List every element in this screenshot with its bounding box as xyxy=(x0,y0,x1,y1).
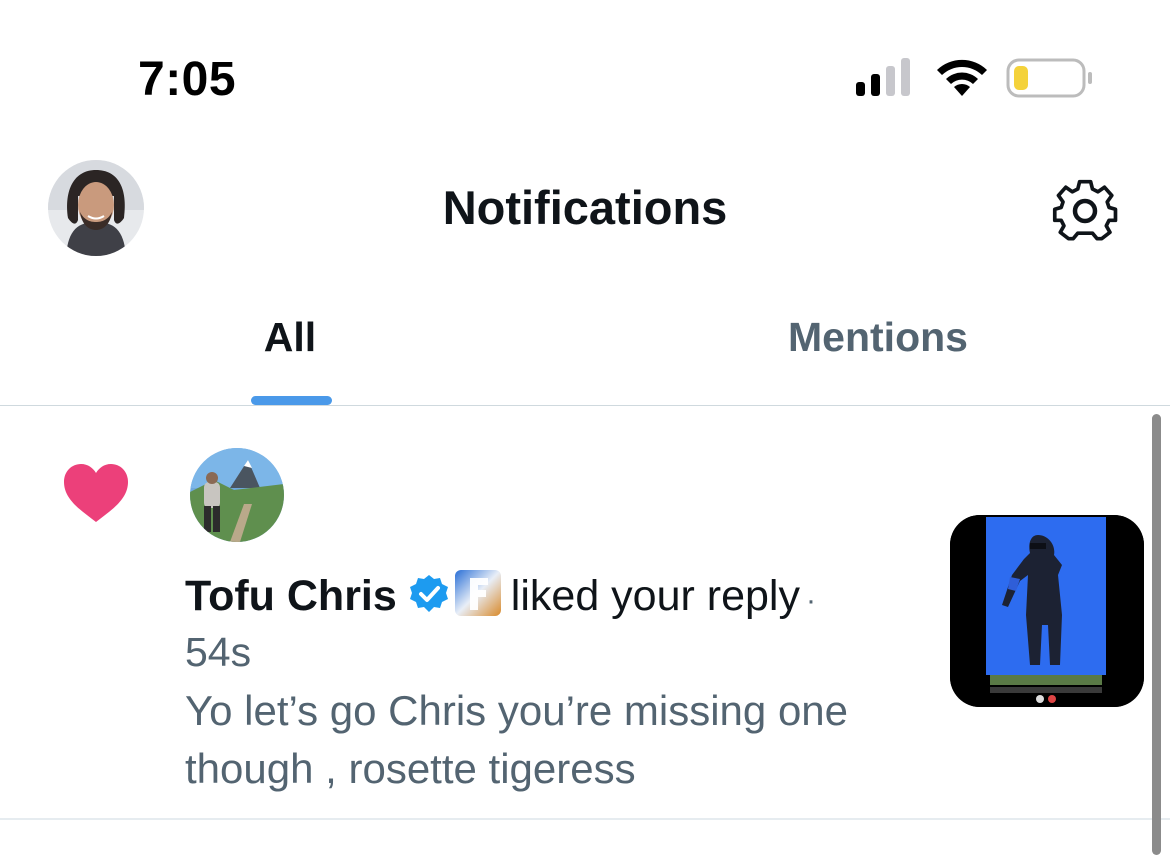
tab-mentions[interactable]: Mentions xyxy=(740,314,1016,368)
notification-action-text: liked your reply xyxy=(510,572,800,620)
notification-timestamp: 54s xyxy=(185,629,252,675)
settings-gear-icon[interactable] xyxy=(1052,178,1118,244)
separator-dot: · xyxy=(805,584,816,617)
status-time: 7:05 xyxy=(138,53,237,106)
tabs-divider xyxy=(0,405,1170,406)
verified-badge-icon xyxy=(409,575,448,612)
scrollbar[interactable] xyxy=(1152,414,1161,855)
actor-name[interactable]: Tofu Chris xyxy=(185,572,397,620)
notification-summary: Tofu Chris liked your reply · xyxy=(185,568,925,629)
tab-all[interactable]: All xyxy=(230,314,350,368)
fortnite-affiliate-icon xyxy=(454,570,501,616)
reply-text[interactable]: Yo let’s go Chris you’re missing one tho… xyxy=(185,682,925,798)
notifications-screen: 7:05 Notifications All Mentions Tofu Chr… xyxy=(0,0,1170,855)
wifi-icon xyxy=(937,59,987,96)
actor-avatar[interactable] xyxy=(190,448,284,542)
media-thumbnail[interactable] xyxy=(950,515,1144,707)
active-tab-indicator xyxy=(251,396,332,405)
page-title: Notifications xyxy=(442,181,728,234)
notification-divider xyxy=(0,818,1170,820)
cellular-signal-icon xyxy=(856,58,910,96)
heart-icon xyxy=(64,464,128,522)
battery-low-icon xyxy=(1006,58,1092,98)
